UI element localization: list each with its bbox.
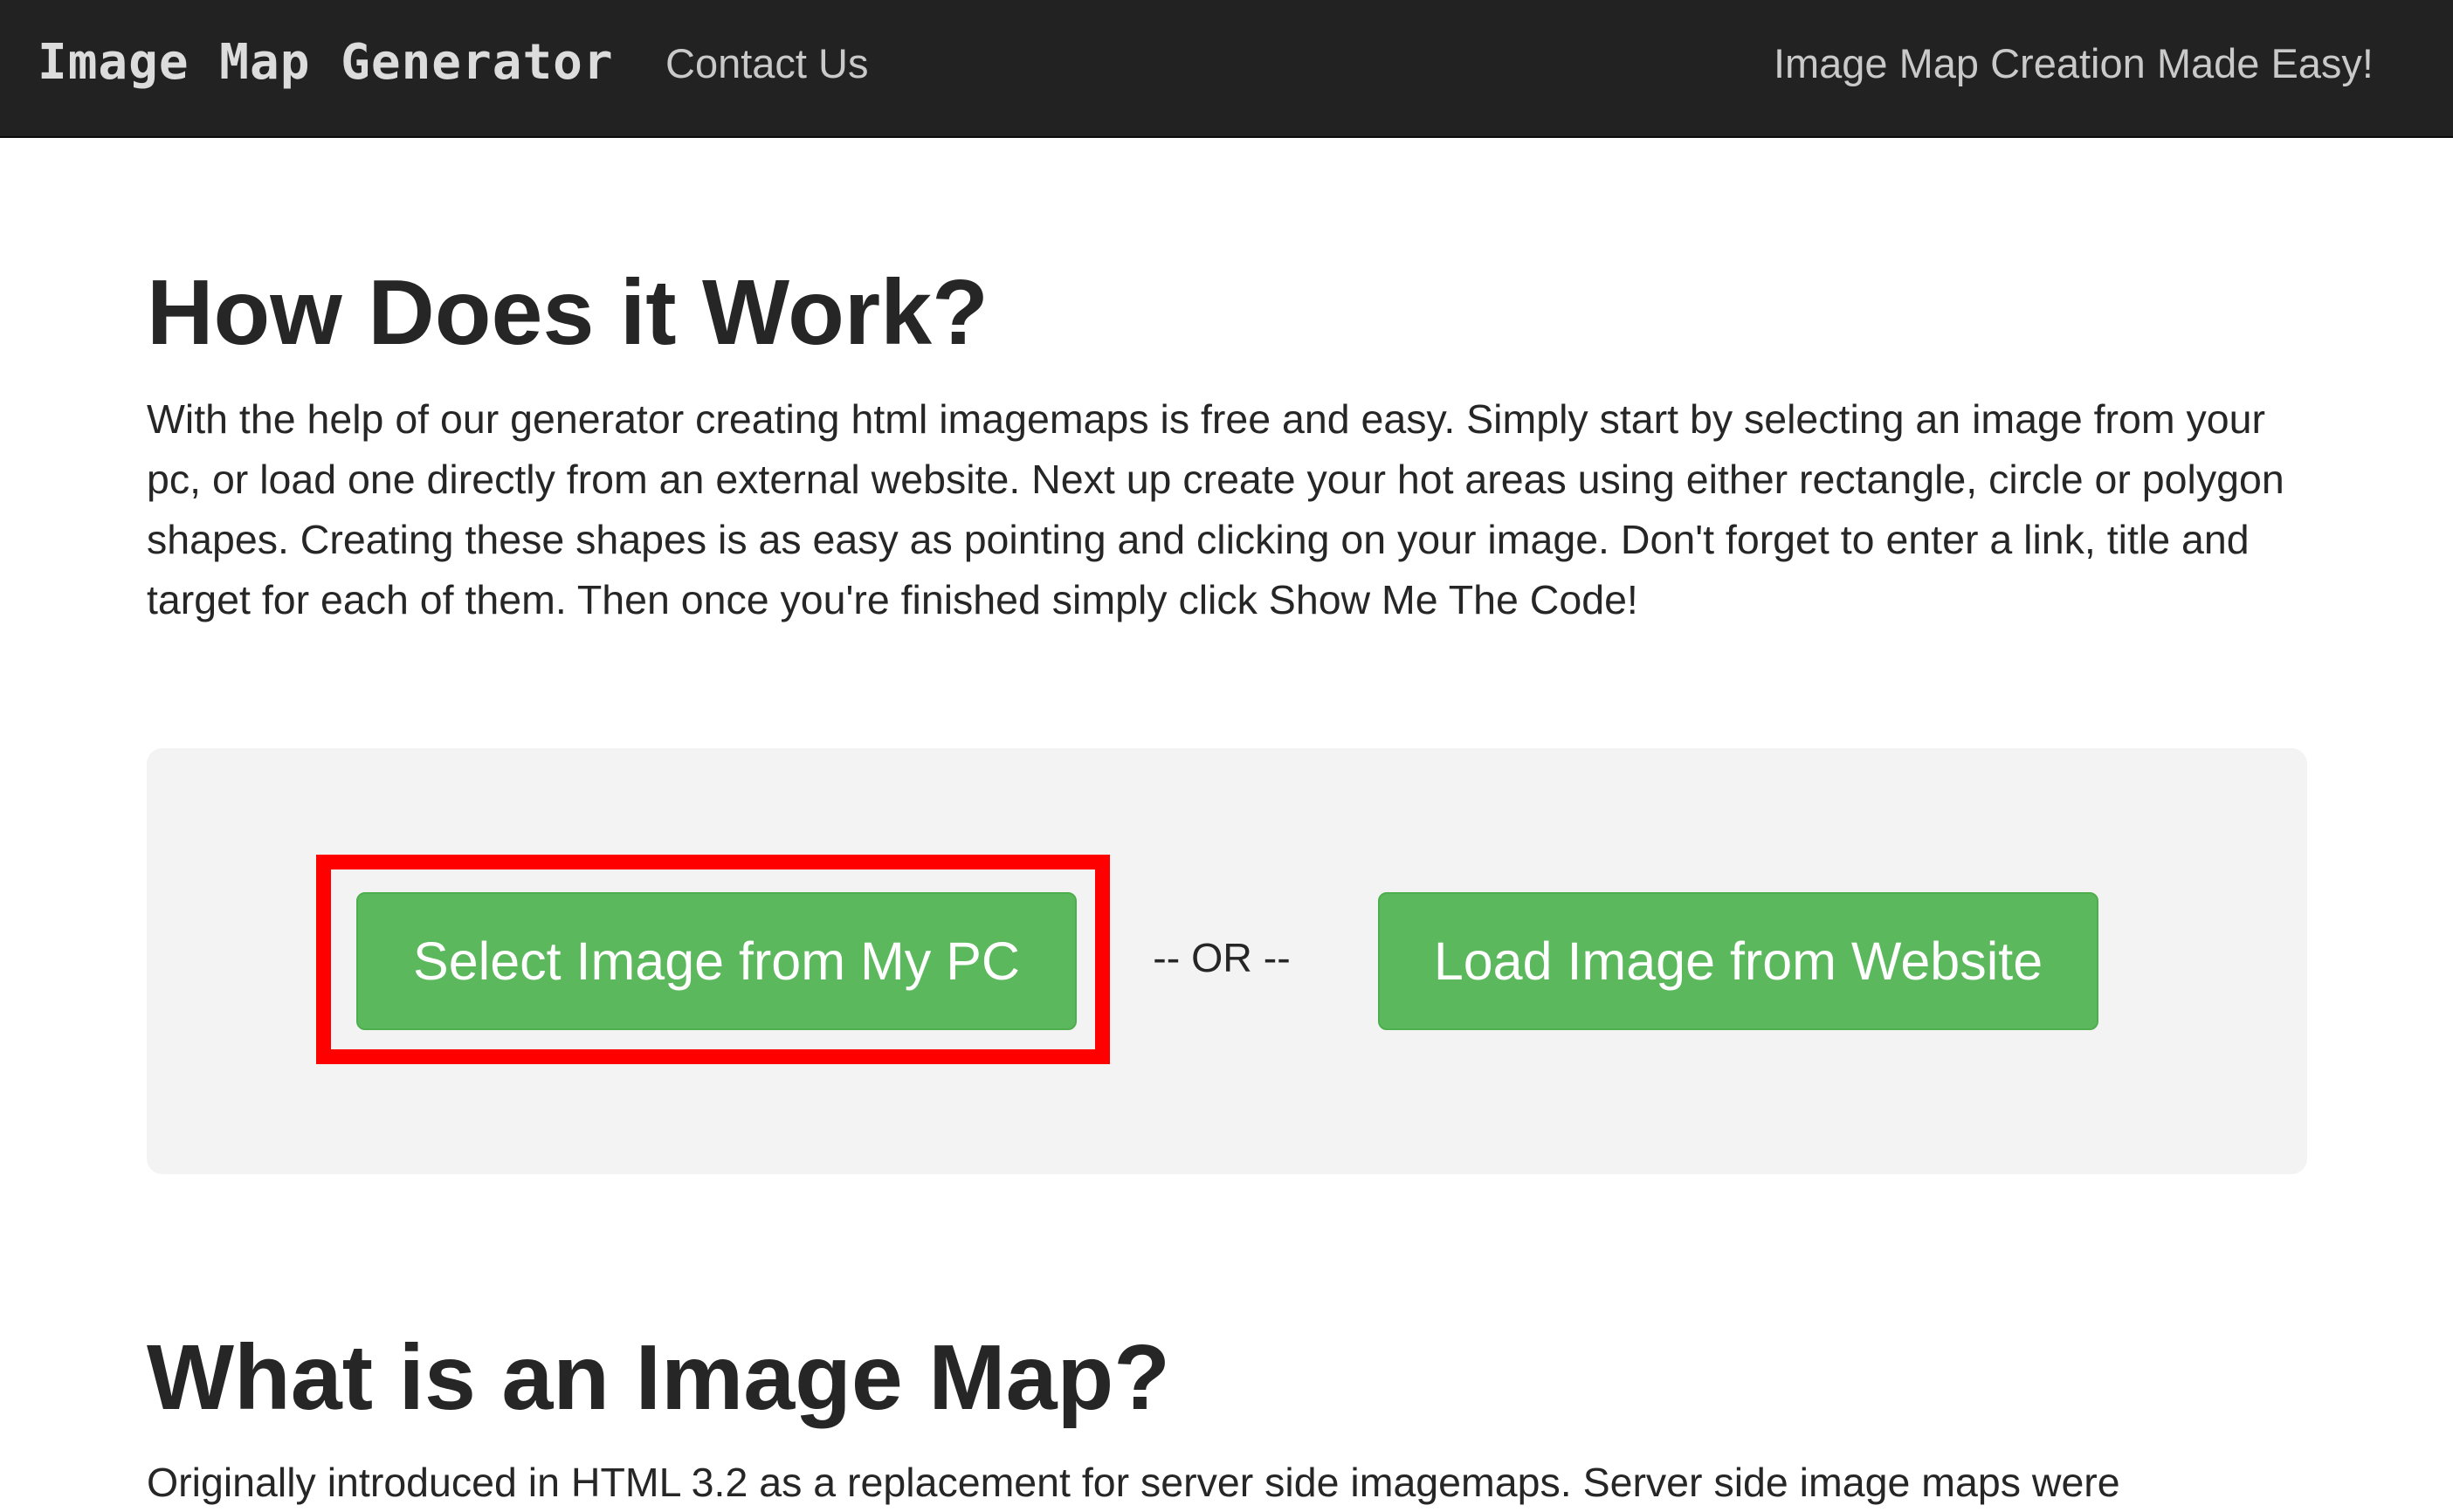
brand-logo[interactable]: Image Map Generator	[38, 28, 614, 98]
how-it-works-paragraph: With the help of our generator creating …	[147, 396, 2284, 622]
top-navbar: Image Map Generator Contact Us Image Map…	[0, 0, 2453, 138]
select-image-from-pc-button[interactable]: Select Image from My PC	[356, 892, 1077, 1030]
nav-contact-us-link[interactable]: Contact Us	[665, 33, 868, 94]
nav-tagline: Image Map Creation Made Easy!	[1773, 40, 2374, 86]
load-image-from-website-button[interactable]: Load Image from Website	[1378, 892, 2098, 1030]
what-is-image-map-heading: What is an Image Map?	[147, 1326, 1171, 1429]
or-separator: -- OR --	[1153, 935, 1291, 980]
what-is-image-map-paragraph: Originally introduced in HTML 3.2 as a r…	[147, 1460, 2120, 1505]
how-it-works-heading: How Does it Work?	[147, 261, 989, 364]
